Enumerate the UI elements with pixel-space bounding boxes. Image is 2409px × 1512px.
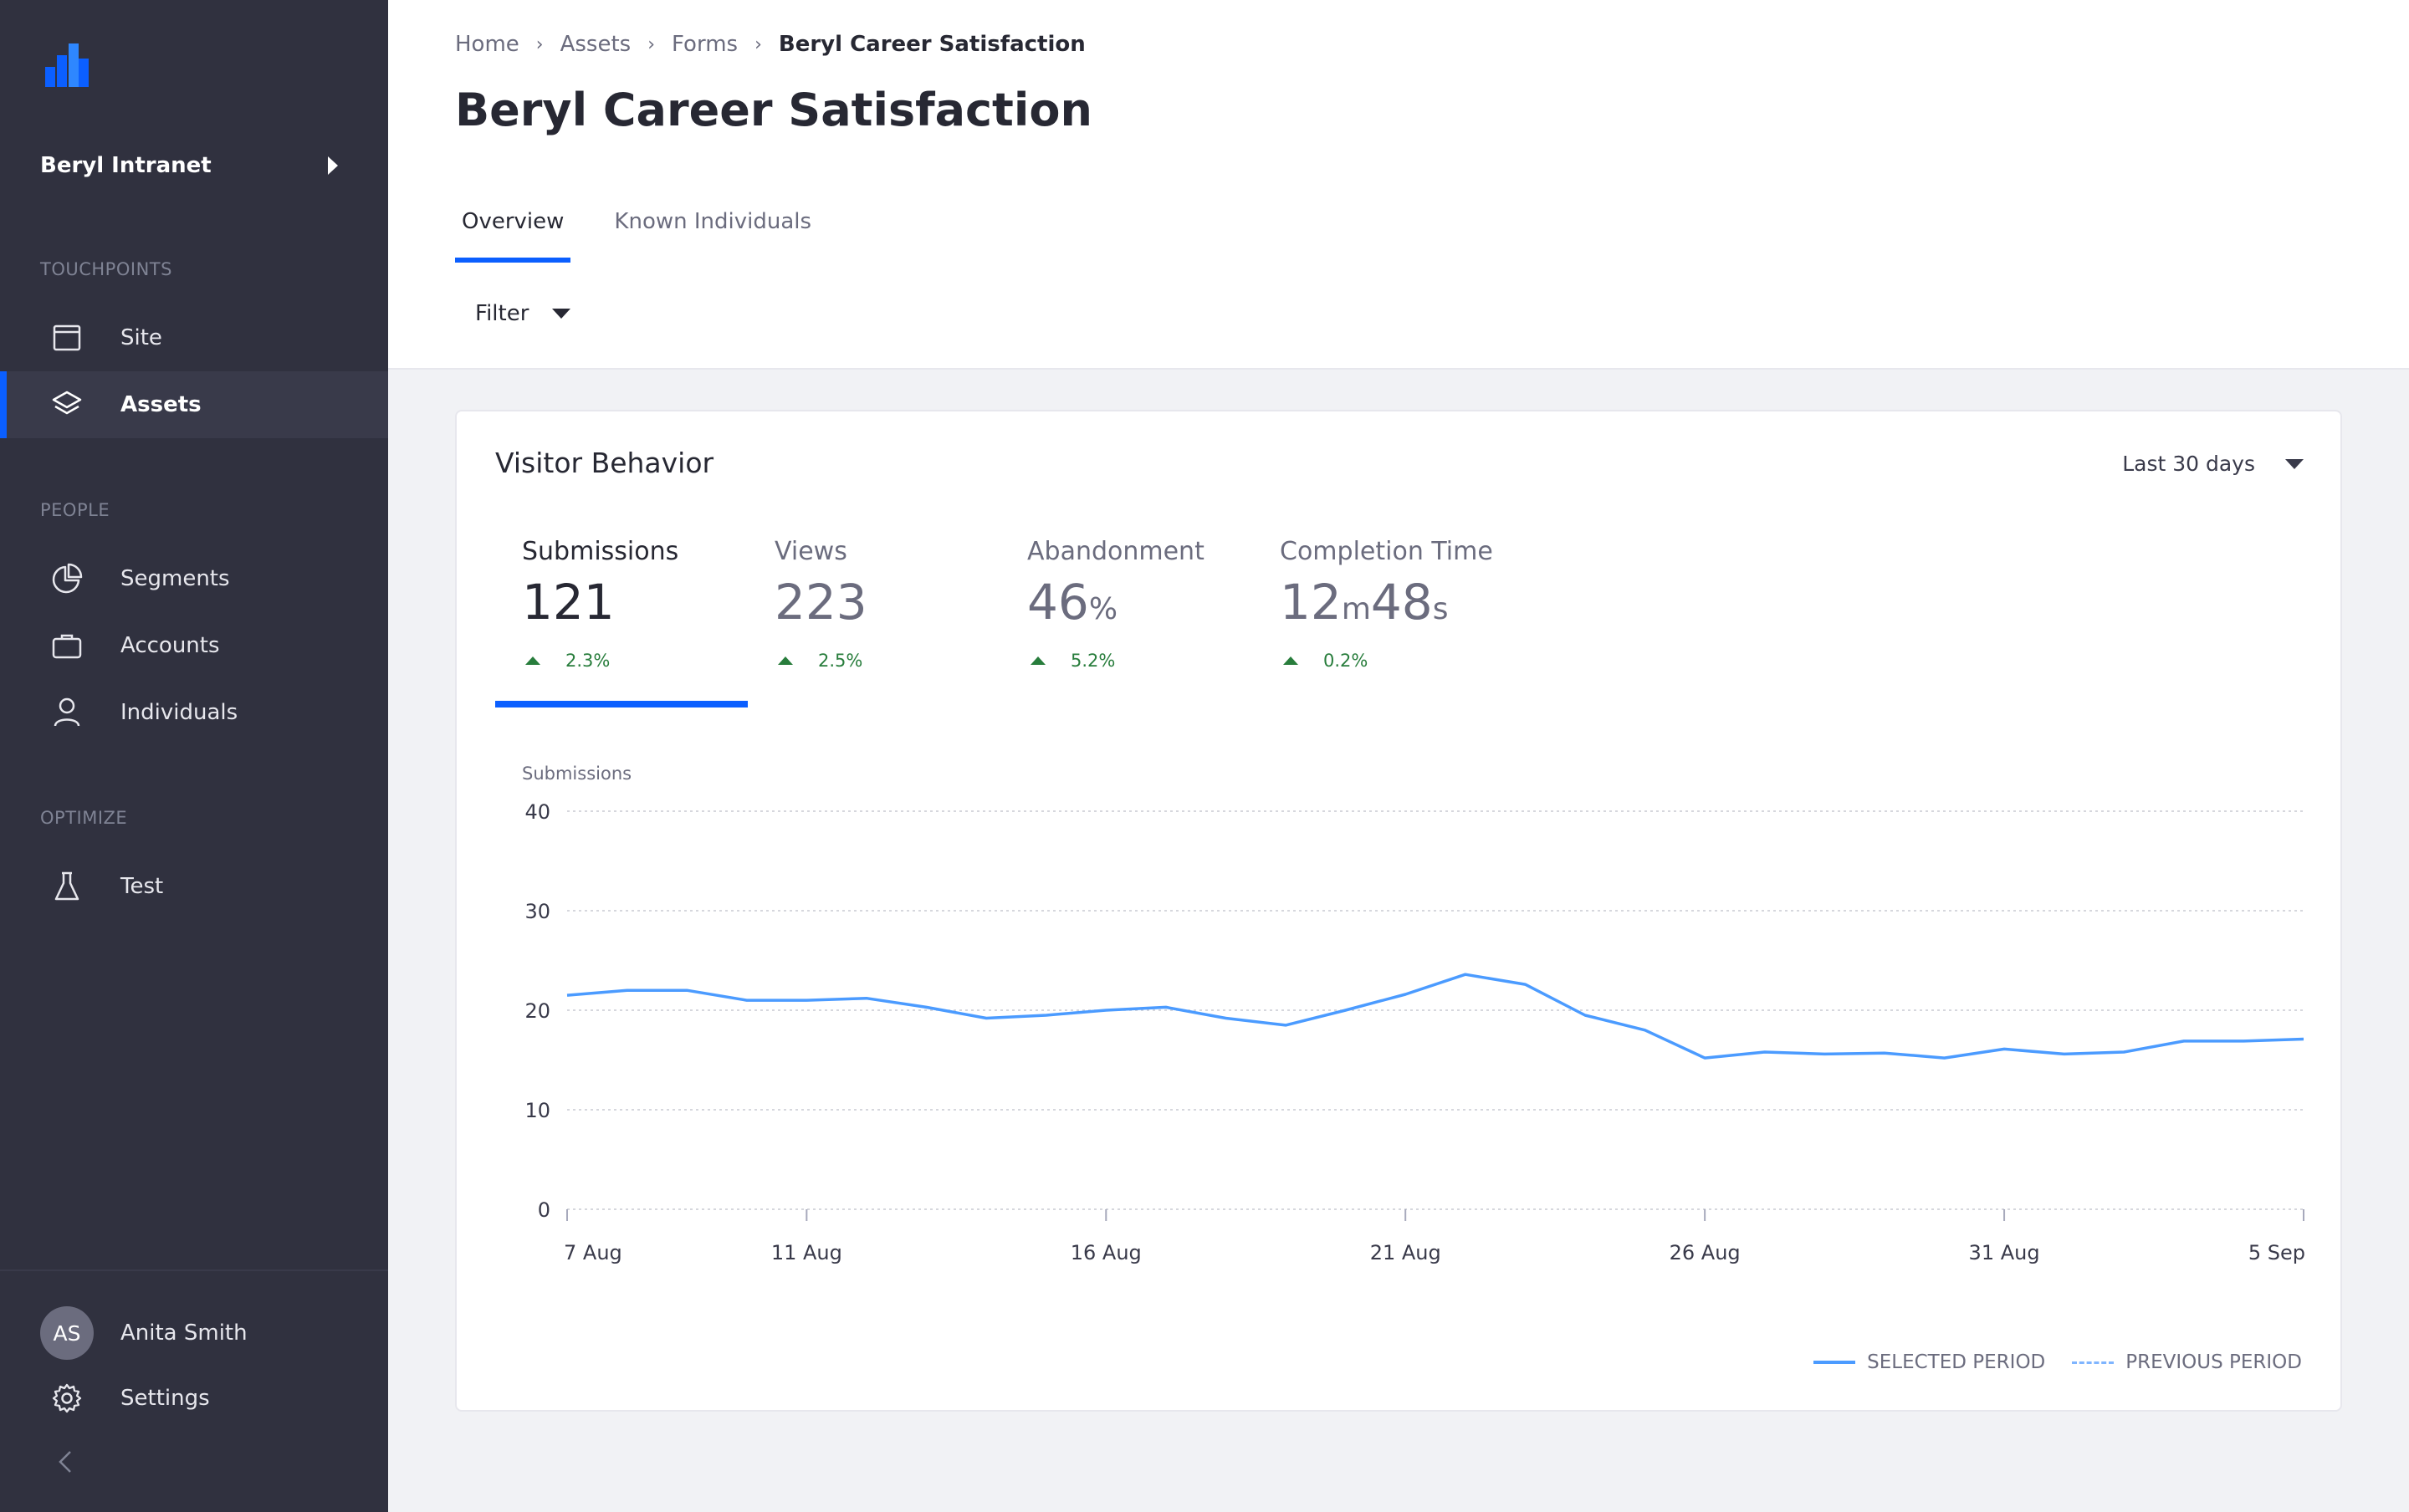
breadcrumb-forms[interactable]: Forms — [672, 32, 738, 57]
pie-chart-icon — [49, 560, 85, 597]
breadcrumb-home[interactable]: Home — [455, 32, 519, 57]
section-people: PEOPLE — [40, 500, 110, 520]
layers-icon — [49, 386, 85, 423]
filter-dropdown[interactable]: Filter — [475, 301, 571, 326]
browser-window-icon — [49, 319, 85, 356]
tab-bar: Overview Known Individuals — [455, 206, 855, 263]
sidebar-item-label: Test — [120, 874, 164, 899]
section-optimize: OPTIMIZE — [40, 808, 128, 828]
sidebar-item-label: Individuals — [120, 700, 238, 725]
breadcrumb-current: Beryl Career Satisfaction — [778, 32, 1086, 57]
sidebar-item-label: Assets — [120, 392, 202, 417]
legend-label: SELECTED PERIOD — [1867, 1351, 2046, 1373]
chevron-right-icon: › — [535, 33, 544, 55]
gear-icon — [49, 1380, 85, 1417]
section-touchpoints: TOUCHPOINTS — [40, 259, 172, 279]
sidebar-item-individuals[interactable]: Individuals — [0, 679, 388, 746]
caret-right-icon — [328, 156, 338, 175]
sidebar-item-segments[interactable]: Segments — [0, 545, 388, 612]
user-name: Anita Smith — [120, 1320, 248, 1346]
y-tick-label: 0 — [538, 1198, 550, 1222]
avatar: AS — [40, 1306, 94, 1360]
caret-down-icon — [552, 309, 571, 319]
y-tick-label: 30 — [524, 900, 550, 923]
user-menu[interactable]: AS Anita Smith — [0, 1301, 388, 1365]
flask-icon — [49, 868, 85, 905]
sidebar-item-assets[interactable]: Assets — [0, 371, 388, 438]
legend-previous-period: PREVIOUS PERIOD — [2072, 1351, 2302, 1373]
tab-known-individuals[interactable]: Known Individuals — [607, 206, 818, 259]
series-line-selected-period — [566, 973, 2304, 1060]
sidebar-item-label: Settings — [120, 1386, 210, 1411]
sidebar-item-label: Accounts — [120, 633, 220, 658]
property-selector[interactable]: Beryl Intranet — [40, 149, 341, 182]
visitor-behavior-card: Visitor Behavior Last 30 days Submission… — [455, 410, 2342, 1412]
app-logo-icon[interactable] — [45, 43, 89, 87]
x-tick-label: 16 Aug — [1071, 1241, 1142, 1264]
legend-solid-line-icon — [1813, 1361, 1856, 1364]
breadcrumb-assets[interactable]: Assets — [560, 32, 632, 57]
x-tick-label: 31 Aug — [1969, 1241, 2040, 1264]
x-tick-label: 7 Aug — [564, 1241, 622, 1264]
tab-overview[interactable]: Overview — [455, 206, 571, 263]
chart-legend: SELECTED PERIOD PREVIOUS PERIOD — [1787, 1351, 2302, 1373]
y-axis-title: Submissions — [522, 764, 632, 784]
x-tick-label: 21 Aug — [1370, 1241, 1441, 1264]
x-tick-label: 26 Aug — [1670, 1241, 1741, 1264]
legend-label: PREVIOUS PERIOD — [2125, 1351, 2302, 1373]
y-tick-label: 40 — [524, 800, 550, 824]
x-tick-label: 5 Sep — [2248, 1241, 2305, 1264]
page-title: Beryl Career Satisfaction — [455, 84, 1092, 136]
property-name: Beryl Intranet — [40, 153, 212, 178]
sidebar-item-label: Site — [120, 325, 162, 350]
breadcrumb: Home › Assets › Forms › Beryl Career Sat… — [455, 32, 1086, 57]
legend-selected-period: SELECTED PERIOD — [1813, 1351, 2045, 1373]
sidebar: Beryl Intranet TOUCHPOINTS Site Assets P… — [0, 0, 388, 1512]
y-tick-label: 20 — [524, 999, 550, 1023]
collapse-sidebar-chevron-left-icon[interactable] — [52, 1447, 82, 1477]
chevron-right-icon: › — [754, 33, 762, 55]
sidebar-item-test[interactable]: Test — [0, 853, 388, 920]
filter-bar: Filter — [388, 263, 2409, 370]
page-header: Home › Assets › Forms › Beryl Career Sat… — [388, 0, 2409, 264]
sidebar-item-accounts[interactable]: Accounts — [0, 612, 388, 679]
sidebar-divider — [0, 1269, 388, 1271]
legend-dashed-line-icon — [2072, 1361, 2115, 1364]
y-tick-label: 10 — [524, 1099, 550, 1122]
sidebar-item-label: Segments — [120, 566, 230, 591]
submissions-line-chart: Submissions 40 30 20 10 0 7 Aug 11 Aug 16 Aug 21 … — [522, 764, 2305, 1264]
filter-label: Filter — [475, 301, 529, 326]
briefcase-icon — [49, 627, 85, 664]
chevron-right-icon: › — [647, 33, 656, 55]
sidebar-item-site[interactable]: Site — [0, 304, 388, 371]
user-icon — [49, 694, 85, 731]
x-tick-label: 11 Aug — [771, 1241, 842, 1264]
sidebar-item-settings[interactable]: Settings — [0, 1365, 388, 1432]
